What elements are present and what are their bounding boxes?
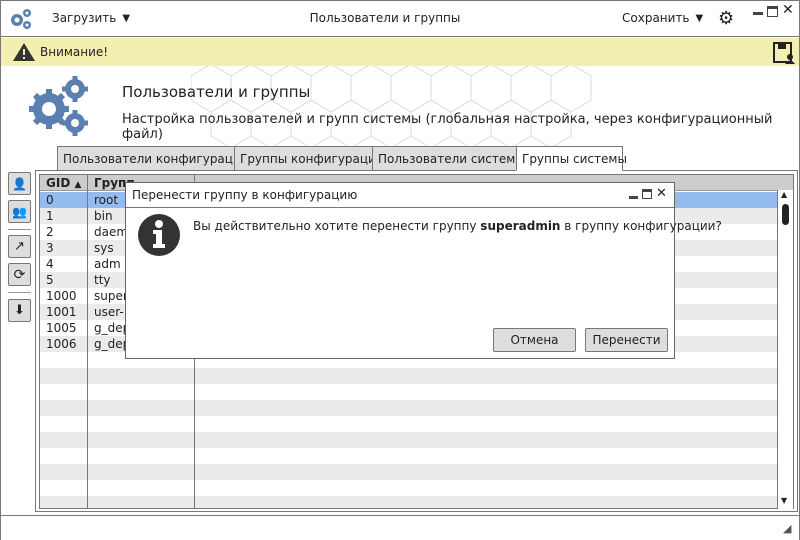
page-subtitle: Настройка пользователей и групп системы … bbox=[122, 112, 773, 142]
sort-ascending-icon: ▲ bbox=[74, 180, 82, 190]
move-button[interactable]: Перенести bbox=[585, 328, 668, 352]
toolbar-divider bbox=[8, 229, 31, 230]
gid-header-label: GID bbox=[46, 176, 71, 190]
status-bar: ◢ bbox=[1, 515, 799, 540]
info-icon bbox=[137, 213, 181, 260]
table-row[interactable] bbox=[40, 416, 778, 432]
table-row[interactable] bbox=[40, 448, 778, 464]
message-text: Вы действительно хотите перенести группу bbox=[193, 219, 481, 233]
move-group-dialog: Перенести группу в конфигурацию ✕ Вы дей… bbox=[125, 182, 722, 359]
user-card-icon: 👤 bbox=[12, 176, 27, 191]
tab-config-users[interactable]: Пользователи конфигурации bbox=[57, 146, 249, 171]
resize-grip-icon[interactable]: ◢ bbox=[783, 522, 791, 535]
gid-cell: 1000 bbox=[46, 289, 77, 303]
table-row[interactable] bbox=[40, 480, 778, 496]
page-title: Пользователи и группы bbox=[122, 83, 311, 101]
gid-cell: 3 bbox=[46, 241, 54, 255]
warning-bar: Внимание! bbox=[1, 38, 799, 66]
top-bar: Загрузить ▼ Пользователи и группы Сохран… bbox=[1, 1, 799, 37]
gear-icon[interactable]: ⚙ bbox=[718, 8, 734, 29]
save-user-icon[interactable] bbox=[773, 42, 795, 67]
gid-cell: 1006 bbox=[46, 337, 77, 351]
gid-cell: 0 bbox=[46, 193, 54, 207]
scroll-down-icon[interactable]: ▼ bbox=[781, 496, 787, 505]
tab-config-groups[interactable]: Группы конфигурации bbox=[234, 146, 384, 171]
warning-text: Внимание! bbox=[40, 45, 109, 59]
table-row[interactable] bbox=[40, 496, 778, 508]
close-icon[interactable]: ✕ bbox=[656, 186, 667, 201]
gid-cell: 1 bbox=[46, 209, 54, 223]
message-text: в группу конфигурации? bbox=[560, 219, 722, 233]
toolbar-divider bbox=[8, 292, 31, 293]
minimize-icon[interactable] bbox=[629, 196, 638, 199]
refresh-icon: ⟳ bbox=[13, 266, 26, 283]
column-header-gid[interactable]: GID ▲ bbox=[40, 175, 88, 193]
table-row[interactable] bbox=[40, 432, 778, 448]
tab-system-users[interactable]: Пользователи системы bbox=[372, 146, 525, 171]
close-icon[interactable]: ✕ bbox=[782, 2, 794, 18]
table-scrollbar[interactable]: ▲ ▼ bbox=[777, 190, 793, 509]
dialog-title-bar: Перенести группу в конфигурацию bbox=[126, 183, 674, 208]
user-card-button[interactable]: 👤 bbox=[8, 172, 31, 195]
gid-cell: 4 bbox=[46, 257, 54, 271]
maximize-icon[interactable] bbox=[642, 189, 652, 199]
cancel-button[interactable]: Отмена bbox=[493, 328, 576, 352]
download-icon: ⬇ bbox=[14, 303, 25, 318]
warning-icon bbox=[12, 42, 36, 65]
gid-cell: 1005 bbox=[46, 321, 77, 335]
table-row[interactable] bbox=[40, 464, 778, 480]
scroll-thumb[interactable] bbox=[782, 204, 789, 225]
gid-cell: 5 bbox=[46, 273, 54, 287]
header-gears-icon bbox=[27, 75, 93, 140]
dialog-message: Вы действительно хотите перенести группу… bbox=[193, 219, 722, 233]
gid-cell: 2 bbox=[46, 225, 54, 239]
chevron-down-icon: ▼ bbox=[695, 12, 704, 24]
refresh-button[interactable]: ⟳ bbox=[8, 263, 31, 286]
save-menu-button[interactable]: Сохранить ▼ bbox=[622, 11, 703, 25]
gid-cell: 1001 bbox=[46, 305, 77, 319]
save-label: Сохранить bbox=[622, 11, 690, 25]
table-row[interactable] bbox=[40, 400, 778, 416]
move-button[interactable]: ↗ bbox=[8, 235, 31, 258]
tab-system-groups[interactable]: Группы системы bbox=[516, 146, 627, 171]
scroll-up-icon[interactable]: ▲ bbox=[781, 190, 787, 199]
users-group-icon: 👥 bbox=[12, 204, 27, 219]
group-name: superadmin bbox=[480, 219, 561, 233]
download-button[interactable]: ⬇ bbox=[8, 299, 31, 322]
users-group-button[interactable]: 👥 bbox=[8, 200, 31, 223]
table-row[interactable] bbox=[40, 384, 778, 400]
maximize-icon[interactable] bbox=[767, 6, 778, 17]
minimize-icon[interactable] bbox=[753, 12, 763, 15]
share-icon: ↗ bbox=[14, 239, 25, 254]
dialog-title: Перенести группу в конфигурацию bbox=[132, 188, 358, 202]
table-row[interactable] bbox=[40, 368, 778, 384]
